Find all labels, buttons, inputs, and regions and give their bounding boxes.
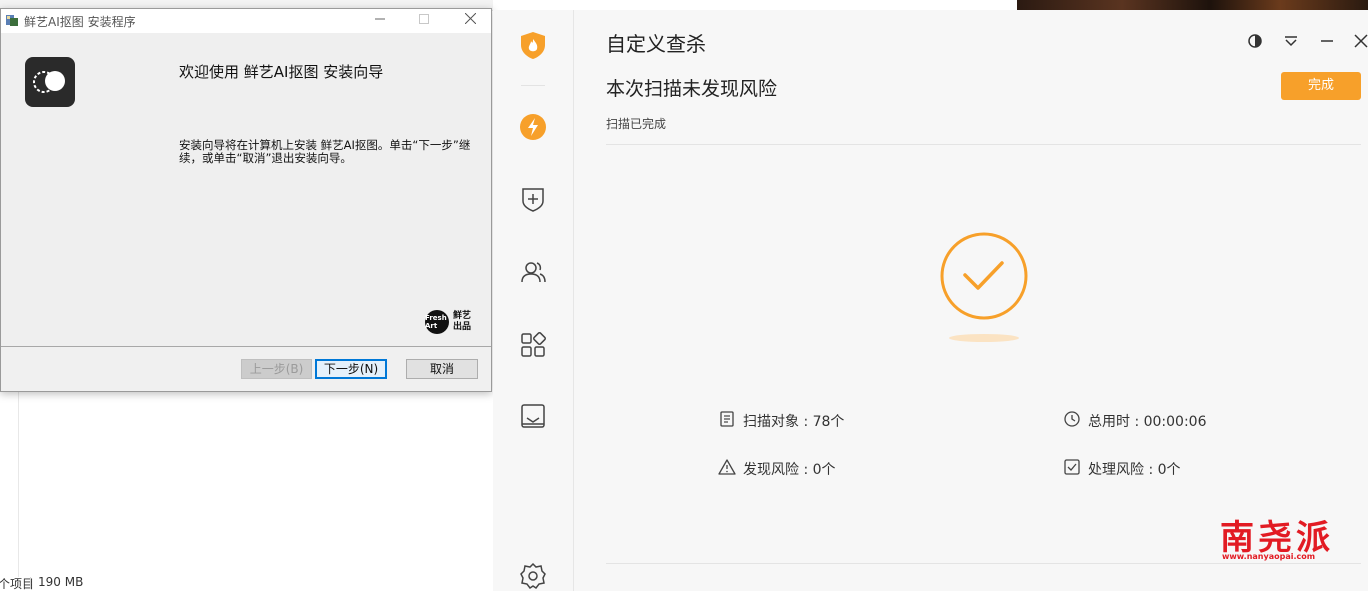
done-button[interactable]: 完成	[1281, 72, 1361, 100]
explorer-nav-pane	[0, 392, 19, 577]
bolt-icon[interactable]	[518, 112, 548, 142]
close-button[interactable]	[455, 11, 485, 31]
dropdown-menu-icon[interactable]	[1280, 30, 1302, 52]
document-icon	[720, 411, 734, 427]
close-icon[interactable]	[1350, 30, 1368, 52]
shield-flame-icon[interactable]	[518, 30, 548, 60]
welcome-description: 安装向导将在计算机上安装 鲜艺AI抠图。单击“下一步”继续，或单击“取消”退出安…	[179, 138, 471, 165]
brand-circle: Fresh Art	[425, 310, 449, 334]
background-photo	[1017, 0, 1368, 10]
maximize-icon	[419, 14, 429, 24]
page-title: 自定义查杀	[606, 32, 706, 56]
installer-titlebar: 鲜艺AI抠图 安装程序	[1, 9, 491, 33]
clock-icon	[1064, 411, 1080, 427]
security-app-window: 自定义查杀 本次扫描未发现风险 扫描已完成 完成 扫描对象: 78个 总用时 …	[493, 10, 1368, 591]
warning-icon	[718, 459, 736, 475]
watermark-url: www.nanyaopai.com	[1222, 552, 1316, 561]
cancel-button[interactable]: 取消	[406, 359, 478, 379]
installer-divider	[1, 346, 491, 347]
inbox-icon[interactable]	[518, 401, 548, 431]
watermark-logo: 南尧派 www.nanyaopai.com	[1220, 510, 1360, 566]
header-divider	[606, 144, 1361, 145]
next-button[interactable]: 下一步(N)	[315, 359, 387, 379]
maximize-button[interactable]	[409, 11, 439, 31]
minimize-button[interactable]	[365, 11, 395, 31]
back-button[interactable]: 上一步(B)	[241, 359, 312, 379]
checkbox-icon	[1064, 459, 1080, 475]
welcome-heading: 欢迎使用 鲜艺AI抠图 安装向导	[179, 63, 384, 81]
installer-app-icon	[6, 15, 18, 26]
scan-result-headline: 本次扫描未发现风险	[606, 78, 778, 100]
installer-title: 鲜艺AI抠图 安装程序	[24, 15, 136, 29]
close-icon	[464, 12, 476, 25]
minimize-icon[interactable]	[1316, 30, 1338, 52]
shield-plus-icon[interactable]	[518, 184, 548, 214]
users-icon[interactable]	[518, 257, 548, 287]
explorer-status-bar: 个项目 190 MB	[0, 575, 493, 591]
success-check-icon	[940, 232, 1028, 320]
security-sidebar	[493, 10, 574, 591]
brand-text: 鲜艺 出品	[453, 311, 472, 332]
theme-toggle-icon[interactable]	[1244, 30, 1266, 52]
installer-dialog: 鲜艺AI抠图 安装程序 欢迎使用 鲜艺AI抠图 安装向导 安装向导将在计算机上安…	[0, 8, 492, 392]
status-item-count: 个项目	[0, 577, 35, 591]
scan-status-text: 扫描已完成	[606, 117, 667, 131]
app-logo	[25, 57, 75, 107]
status-size: 190 MB	[38, 575, 84, 589]
installer-body: 欢迎使用 鲜艺AI抠图 安装向导 安装向导将在计算机上安装 鲜艺AI抠图。单击“…	[1, 33, 491, 346]
toggle-logo-icon	[33, 71, 65, 93]
apps-icon[interactable]	[518, 329, 548, 359]
check-shadow	[949, 334, 1019, 342]
minimize-icon	[375, 18, 385, 20]
settings-icon[interactable]	[518, 561, 548, 591]
security-main-panel: 自定义查杀 本次扫描未发现风险 扫描已完成 完成 扫描对象: 78个 总用时 …	[574, 10, 1368, 591]
